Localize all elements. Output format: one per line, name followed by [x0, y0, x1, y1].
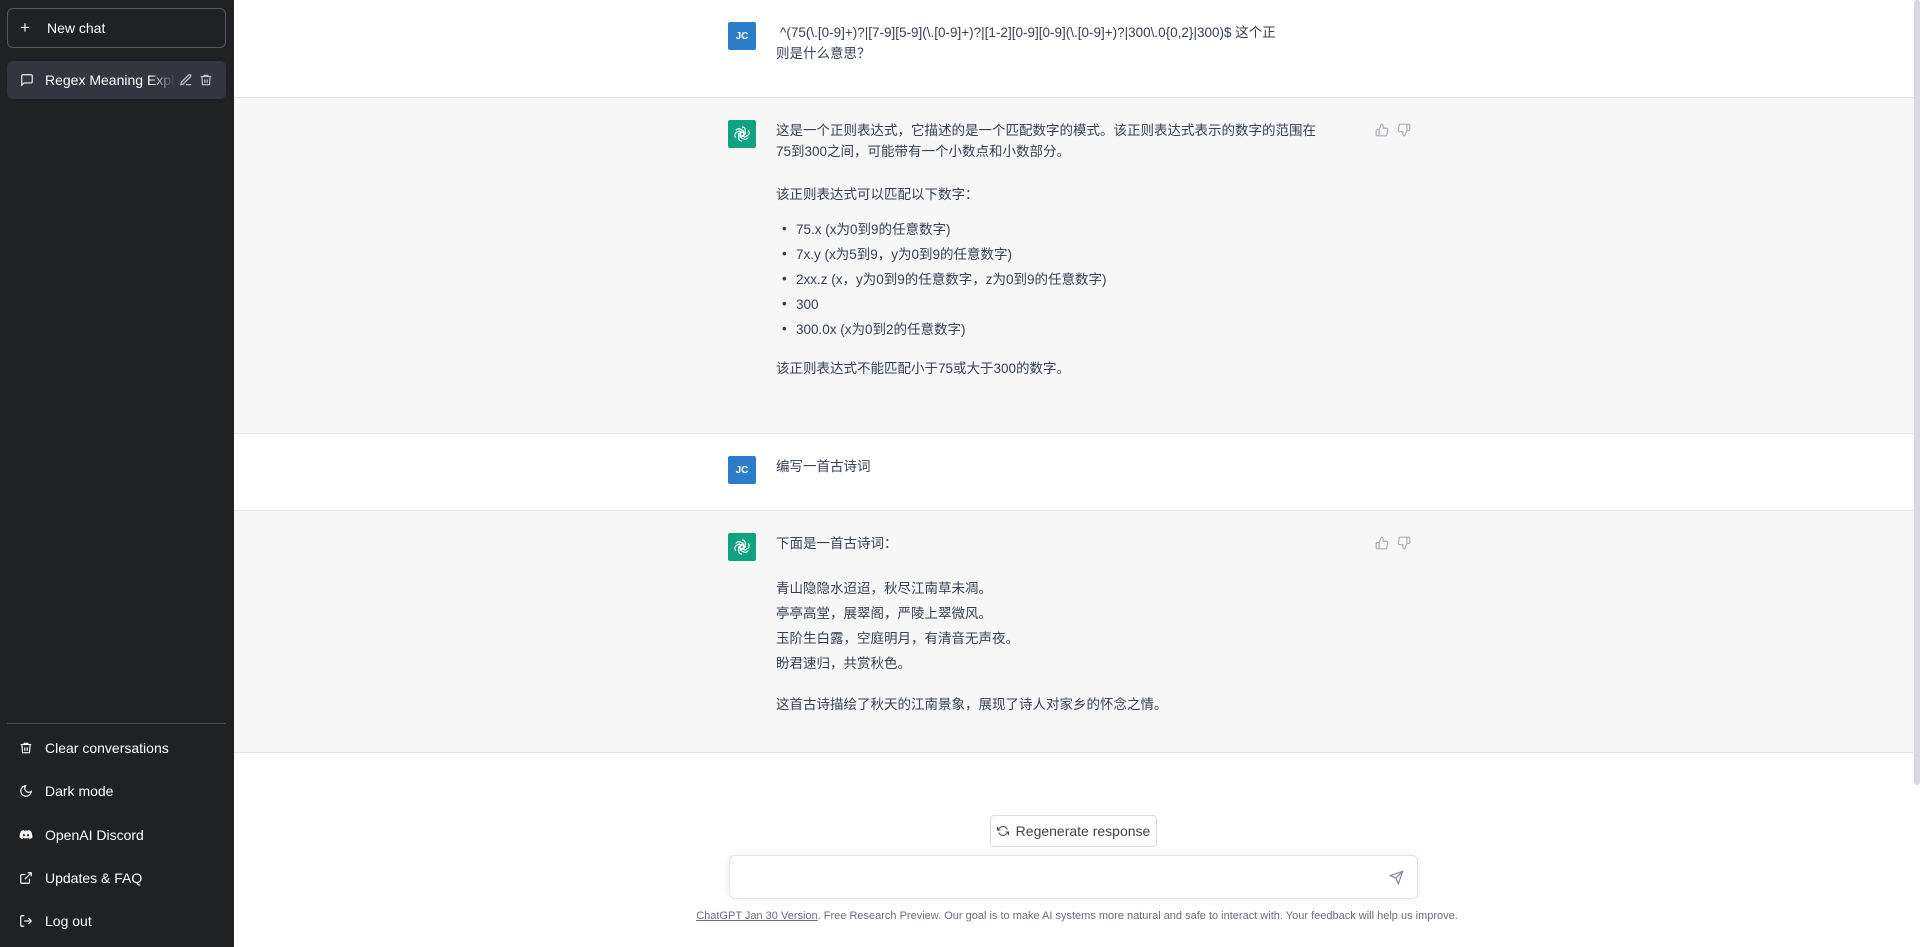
- refresh-icon: [996, 825, 1009, 837]
- plus-icon: +: [20, 18, 30, 37]
- poem-line: 玉阶生白露，空庭明月，有清音无声夜。: [776, 631, 1019, 646]
- thumbs-down-icon[interactable]: [1397, 123, 1411, 137]
- regenerate-label: Regenerate response: [1015, 823, 1151, 839]
- user-message: JC 编写一首古诗词: [234, 434, 1914, 511]
- regenerate-response-button[interactable]: Regenerate response: [990, 815, 1157, 847]
- new-chat-button[interactable]: + New chat: [7, 8, 226, 48]
- edit-icon[interactable]: [179, 73, 193, 87]
- message-line: ^(75(\.[0-9]+)?|[7-9][5-9](\.[0-9]+)?|[1…: [780, 25, 1276, 40]
- dark-mode-label: Dark mode: [45, 783, 114, 799]
- user-avatar: JC: [728, 22, 756, 50]
- chat-main: JC ^(75(\.[0-9]+)?|[7-9][5-9](\.[0-9]+)?…: [234, 0, 1920, 947]
- user-avatar: JC: [728, 456, 756, 484]
- match-list: 75.x (x为0到9的任意数字) 7x.y (x为5到9，y为0到9的任意数字…: [776, 216, 1356, 342]
- message-input[interactable]: [742, 866, 1376, 892]
- assistant-message-text: 下面是一首古诗词： 青山隐隐水迢迢，秋尽江南草未凋。 亭亭高堂，展翠阁，严陵上翠…: [776, 533, 1356, 715]
- message-paragraph: 该正则表达式可以匹配以下数字：: [776, 187, 979, 202]
- scrollbar[interactable]: [1914, 0, 1920, 785]
- poem-line: 青山隐隐水迢迢，秋尽江南草未凋。: [776, 581, 992, 596]
- message-paragraph: 这首古诗描绘了秋天的江南景象，展现了诗人对家乡的怀念之情。: [776, 697, 1168, 712]
- assistant-message-text: 这是一个正则表达式，它描述的是一个匹配数字的模式。该正则表达式表示的数字的范围在…: [776, 120, 1356, 379]
- delete-icon[interactable]: [199, 73, 213, 87]
- conversation-item[interactable]: Regex Meaning Explained: [7, 61, 226, 99]
- moon-icon: [20, 785, 32, 797]
- version-link[interactable]: ChatGPT Jan 30 Version: [696, 910, 817, 922]
- user-message: JC ^(75(\.[0-9]+)?|[7-9][5-9](\.[0-9]+)?…: [234, 0, 1914, 98]
- list-item: 300.0x (x为0到2的任意数字): [782, 316, 1356, 342]
- footer-text: . Free Research Preview. Our goal is to …: [817, 910, 1458, 922]
- list-item: 2xx.z (x，y为0到9的任意数字，z为0到9的任意数字): [782, 266, 1356, 292]
- list-item: 300: [782, 291, 1356, 317]
- dark-mode-button[interactable]: Dark mode: [7, 770, 226, 812]
- poem: 青山隐隐水迢迢，秋尽江南草未凋。 亭亭高堂，展翠阁，严陵上翠微风。 玉阶生白露，…: [776, 576, 1356, 676]
- thumbs-up-icon[interactable]: [1375, 123, 1389, 137]
- assistant-message: 这是一个正则表达式，它描述的是一个匹配数字的模式。该正则表达式表示的数字的范围在…: [234, 98, 1914, 434]
- clear-conversations-label: Clear conversations: [45, 740, 169, 756]
- message-paragraph: 下面是一首古诗词：: [776, 536, 898, 551]
- list-item: 75.x (x为0到9的任意数字): [782, 216, 1356, 242]
- discord-label: OpenAI Discord: [45, 827, 144, 843]
- external-link-icon: [20, 872, 32, 884]
- clear-conversations-button[interactable]: Clear conversations: [7, 727, 226, 769]
- footer-disclaimer: ChatGPT Jan 30 Version. Free Research Pr…: [234, 910, 1920, 922]
- conversation-title: Regex Meaning Explained: [45, 72, 175, 88]
- new-chat-label: New chat: [47, 20, 106, 36]
- feedback-controls: [1375, 536, 1411, 550]
- updates-faq-link[interactable]: Updates & FAQ: [7, 857, 226, 899]
- thumbs-up-icon[interactable]: [1375, 536, 1389, 550]
- assistant-message: 下面是一首古诗词： 青山隐隐水迢迢，秋尽江南草未凋。 亭亭高堂，展翠阁，严陵上翠…: [234, 511, 1914, 753]
- log-out-label: Log out: [45, 913, 92, 929]
- user-message-text: 编写一首古诗词: [776, 456, 1356, 477]
- message-line: 则是什么意思？: [776, 46, 871, 61]
- discord-link[interactable]: OpenAI Discord: [7, 814, 226, 856]
- message-paragraph: 该正则表达式不能匹配小于75或大于300的数字。: [776, 361, 1071, 376]
- chatgpt-logo-icon: [728, 533, 756, 561]
- poem-line: 盼君速归，共赏秋色。: [776, 656, 911, 671]
- discord-icon: [19, 830, 33, 840]
- message-line: 这是一个正则表达式，它描述的是一个匹配数字的模式。该正则表达式表示的数字的范围在: [776, 123, 1316, 138]
- chatgpt-logo-icon: [728, 120, 756, 148]
- trash-icon: [20, 742, 32, 754]
- log-out-button[interactable]: Log out: [7, 900, 226, 942]
- send-icon[interactable]: [1389, 870, 1404, 885]
- sidebar-divider: [7, 723, 226, 724]
- list-item: 7x.y (x为5到9，y为0到9的任意数字): [782, 241, 1356, 267]
- message-input-box: [729, 855, 1418, 899]
- thumbs-down-icon[interactable]: [1397, 536, 1411, 550]
- updates-faq-label: Updates & FAQ: [45, 870, 143, 886]
- user-message-text: ^(75(\.[0-9]+)?|[7-9][5-9](\.[0-9]+)?|[1…: [776, 22, 1356, 64]
- chat-bubble-icon: [21, 74, 33, 87]
- sidebar: + New chat Regex Meaning Explained Clear…: [0, 0, 234, 947]
- message-line: 编写一首古诗词: [776, 459, 871, 474]
- message-line: 75到300之间，可能带有一个小数点和小数部分。: [776, 144, 1071, 159]
- poem-line: 亭亭高堂，展翠阁，严陵上翠微风。: [776, 606, 992, 621]
- feedback-controls: [1375, 123, 1411, 137]
- logout-icon: [20, 915, 33, 927]
